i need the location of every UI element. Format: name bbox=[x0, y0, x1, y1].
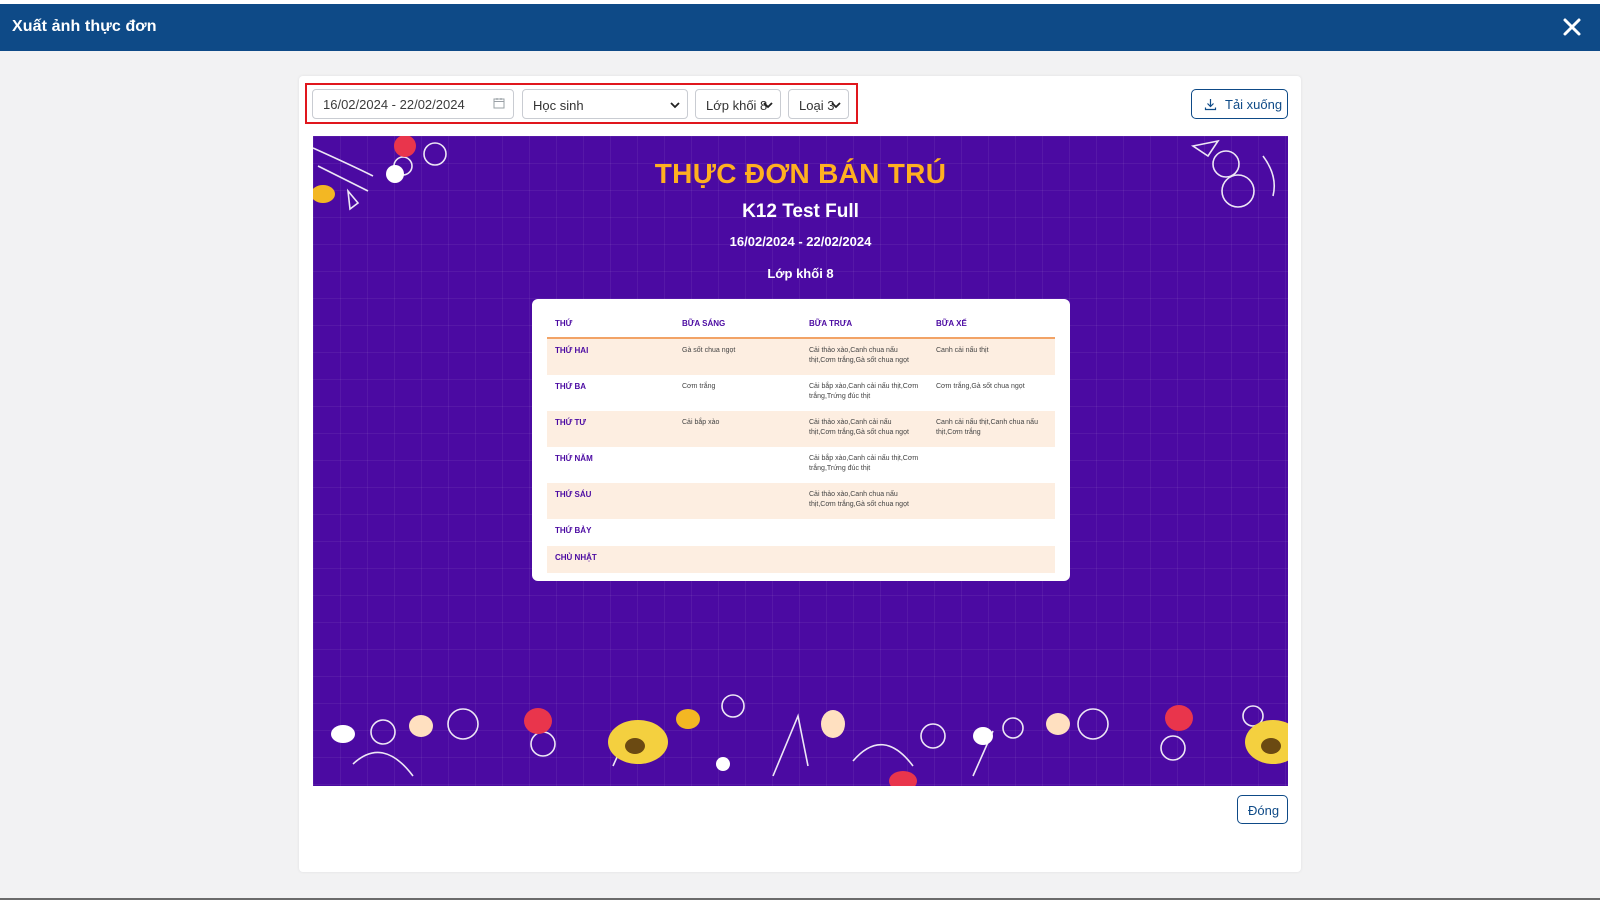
lunch-cell: Cải thảo xào,Canh chua nấu thịt,Cơm trắn… bbox=[809, 491, 909, 508]
table-row: THỨ TƯ Cải bắp xào Cải thảo xào,Canh cải… bbox=[547, 411, 1055, 447]
breakfast-cell: Cải bắp xào bbox=[682, 419, 720, 426]
table-row: CHỦ NHẬT bbox=[547, 546, 1055, 573]
date-range-value: 16/02/2024 - 22/02/2024 bbox=[323, 97, 465, 112]
column-header-lunch: BỮA TRƯA bbox=[809, 318, 853, 328]
snack-cell bbox=[928, 546, 1055, 573]
date-range-picker[interactable]: 16/02/2024 - 22/02/2024 bbox=[312, 89, 514, 119]
snack-cell: Canh cải nấu thịt,Canh chua nấu thịt,Cơm… bbox=[936, 419, 1038, 436]
chevron-down-icon bbox=[831, 102, 841, 109]
table-row: THỨ HAI Gà sốt chua ngọt Cải thảo xào,Ca… bbox=[547, 339, 1055, 375]
snack-cell bbox=[928, 483, 1055, 519]
table-row: THỨ BA Cơm trắng Cải bắp xào,Canh cải nấ… bbox=[547, 375, 1055, 411]
column-header-day: THỨ bbox=[555, 318, 573, 328]
poster-grade: Lớp khối 8 bbox=[767, 266, 834, 281]
close-button-label: Đóng bbox=[1248, 803, 1280, 818]
breakfast-cell: Cơm trắng bbox=[682, 383, 716, 390]
breakfast-cell bbox=[674, 483, 801, 519]
download-label: Tải xuống bbox=[1225, 97, 1283, 112]
menu-table-header: THỨ BỮA SÁNG BỮA TRƯA BỮA XẾ bbox=[547, 309, 1055, 339]
download-icon bbox=[1204, 99, 1217, 111]
snack-cell: Cơm trắng,Gà sốt chua ngọt bbox=[936, 383, 1025, 390]
breakfast-cell bbox=[674, 546, 801, 573]
grade-value: Lớp khối 8 bbox=[706, 98, 768, 113]
dialog-header: Xuất ảnh thực đơn bbox=[0, 4, 1600, 51]
grade-select[interactable]: Lớp khối 8 bbox=[695, 89, 781, 119]
type-select[interactable]: Loại 3 bbox=[788, 89, 849, 119]
dialog-title: Xuất ảnh thực đơn bbox=[12, 18, 157, 35]
poster-heading: THỰC ĐƠN BÁN TRÚ bbox=[654, 158, 947, 189]
day-cell: THỨ NĂM bbox=[555, 454, 593, 463]
download-button[interactable]: Tải xuống bbox=[1191, 89, 1288, 119]
breakfast-cell bbox=[674, 519, 801, 546]
breakfast-cell bbox=[674, 447, 801, 483]
audience-select[interactable]: Học sinh bbox=[522, 89, 688, 119]
table-row: THỨ NĂM Cải bắp xào,Canh cải nấu thịt,Cơ… bbox=[547, 447, 1055, 483]
chevron-down-icon bbox=[763, 102, 773, 109]
close-icon[interactable] bbox=[1558, 13, 1586, 41]
snack-cell bbox=[928, 447, 1055, 483]
lunch-cell: Cải bắp xào,Canh cải nấu thịt,Cơm trắng,… bbox=[809, 383, 919, 400]
lunch-cell: Cải bắp xào,Canh cải nấu thịt,Cơm trắng,… bbox=[809, 455, 919, 472]
lunch-cell: Cải thảo xào,Canh chua nấu thịt,Cơm trắn… bbox=[809, 347, 909, 364]
breakfast-cell: Gà sốt chua ngọt bbox=[682, 347, 736, 354]
menu-table: THỨ BỮA SÁNG BỮA TRƯA BỮA XẾ THỨ HAI Gà … bbox=[532, 299, 1070, 581]
day-cell: THỨ BA bbox=[555, 382, 587, 391]
menu-poster-preview: THỰC ĐƠN BÁN TRÚ K12 Test Full 16/02/202… bbox=[313, 136, 1288, 786]
table-row: THỨ BẢY bbox=[547, 519, 1055, 546]
lunch-cell bbox=[801, 546, 928, 573]
poster-date-range: 16/02/2024 - 22/02/2024 bbox=[729, 234, 872, 249]
calendar-icon bbox=[493, 98, 505, 109]
column-header-breakfast: BỮA SÁNG bbox=[682, 318, 726, 328]
lunch-cell bbox=[801, 519, 928, 546]
column-header-snack: BỮA XẾ bbox=[936, 318, 967, 328]
day-cell: THỨ SÁU bbox=[555, 490, 592, 499]
day-cell: THỨ BẢY bbox=[555, 526, 592, 535]
chevron-down-icon bbox=[670, 102, 680, 109]
audience-value: Học sinh bbox=[533, 98, 584, 113]
snack-cell bbox=[928, 519, 1055, 546]
snack-cell: Canh cải nấu thịt bbox=[936, 347, 989, 354]
close-button[interactable]: Đóng bbox=[1237, 795, 1288, 824]
day-cell: CHỦ NHẬT bbox=[555, 553, 597, 562]
day-cell: THỨ HAI bbox=[555, 346, 589, 355]
day-cell: THỨ TƯ bbox=[555, 418, 587, 427]
table-row: THỨ SÁU Cải thảo xào,Canh chua nấu thịt,… bbox=[547, 483, 1055, 519]
poster-school-name: K12 Test Full bbox=[742, 201, 859, 222]
lunch-cell: Cải thảo xào,Canh cải nấu thịt,Cơm trắng… bbox=[809, 419, 909, 436]
